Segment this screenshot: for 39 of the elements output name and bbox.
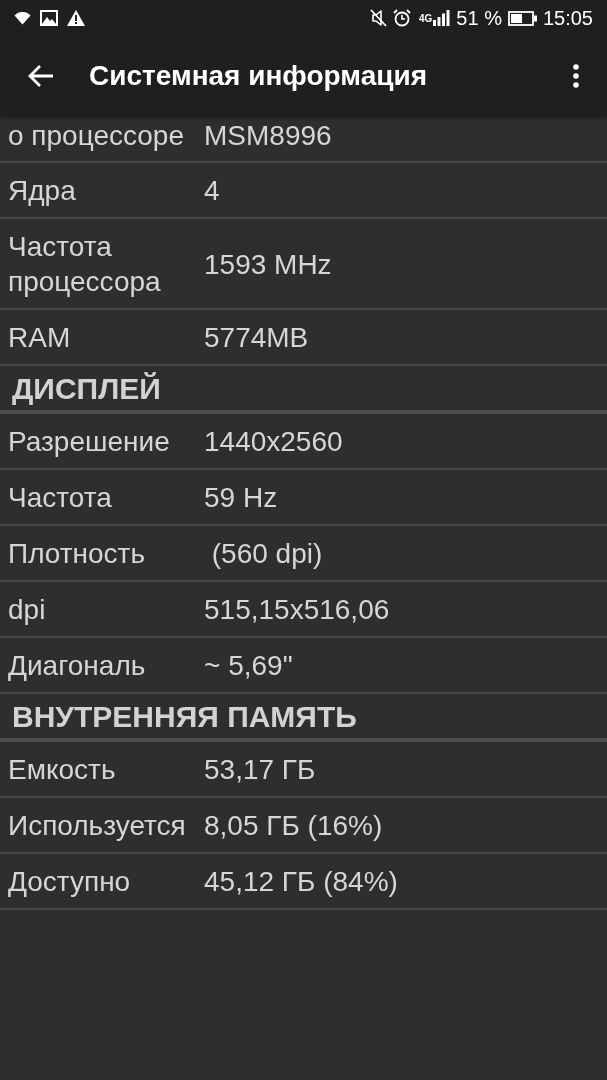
section-header: ВНУТРЕННЯЯ ПАМЯТЬ <box>12 700 357 733</box>
menu-icon <box>573 64 579 88</box>
info-label: Разрешение <box>8 425 171 459</box>
info-label: Емкость <box>8 753 117 787</box>
battery-icon <box>507 10 537 26</box>
clock-time: 15:05 <box>542 6 593 30</box>
warning-icon <box>67 10 85 26</box>
info-value: MSM8996 <box>204 119 333 153</box>
info-label: Доступно <box>8 865 132 899</box>
info-label: Ядра <box>8 174 77 208</box>
image-icon <box>40 10 58 26</box>
info-value: 59 Hz <box>204 481 279 515</box>
info-value: 8,05 ГБ (16%) <box>204 809 384 843</box>
info-value: ~ 5,69" <box>204 649 294 683</box>
info-label: Используется <box>8 809 187 843</box>
info-value: 515,15x516,06 <box>204 593 391 627</box>
back-arrow-icon <box>28 64 54 88</box>
alarm-icon <box>393 9 411 27</box>
info-value: 1440x2560 <box>204 425 344 459</box>
info-label: о процессоре <box>8 119 185 153</box>
battery-percent: 51 % <box>456 6 502 30</box>
info-label: Частота <box>8 481 113 515</box>
info-label: Диагональ <box>8 649 147 683</box>
info-label: RAM <box>8 321 72 355</box>
info-value: 4 <box>204 174 221 208</box>
signal-icon <box>433 10 451 26</box>
info-value: 5774MB <box>204 321 310 355</box>
screen-title: Системная информация <box>89 60 428 92</box>
info-value: 53,17 ГБ <box>204 753 317 787</box>
section-header: ДИСПЛЕЙ <box>12 372 161 405</box>
info-label: Частота процессора <box>8 230 162 299</box>
mute-icon <box>370 9 387 27</box>
network-type: 4G <box>419 12 433 24</box>
info-value: (560 dpi) <box>210 537 324 571</box>
wifi-icon <box>14 11 31 25</box>
info-value: 1593 MHz <box>204 247 333 282</box>
info-value: 45,12 ГБ (84%) <box>204 865 399 899</box>
info-label: dpi <box>8 593 47 627</box>
info-label: Плотность <box>8 537 146 571</box>
